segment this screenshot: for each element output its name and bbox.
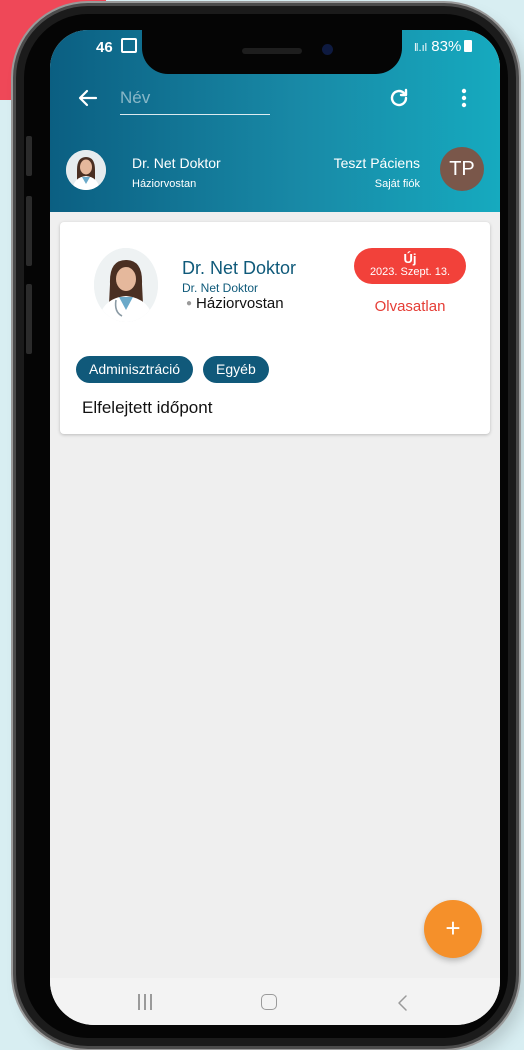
card-doctor-avatar <box>94 248 158 322</box>
status-time-text: 46 <box>96 39 113 56</box>
tag-chip[interactable]: Adminisztráció <box>76 356 194 383</box>
card-doctor-subname: Dr. Net Doktor <box>182 281 259 295</box>
status-right: ‖.ıl 83% <box>414 38 473 55</box>
system-nav-bar <box>50 978 500 1025</box>
header-patient-account: Saját fiók <box>374 178 420 190</box>
camera-notch <box>142 30 402 74</box>
doctor-avatar <box>66 150 106 190</box>
search-input[interactable] <box>120 82 270 115</box>
refresh-icon[interactable] <box>387 86 411 110</box>
tag-list: Adminisztráció Egyéb <box>76 356 269 383</box>
speaker-grille <box>242 48 302 54</box>
tag-chip[interactable]: Egyéb <box>203 356 269 383</box>
gallery-icon <box>120 38 137 53</box>
signal-icon: ‖.ıl <box>414 42 428 54</box>
status-time: 46 <box>96 38 137 56</box>
message-subject: Elfelejtett időpont <box>82 398 213 417</box>
new-status-badge: Új 2023. Szept. 13. <box>354 248 466 284</box>
badge-label: Új <box>403 251 417 266</box>
battery-percent: 83% <box>431 38 462 55</box>
front-camera <box>322 44 333 55</box>
bullet-dot-icon: ● <box>186 298 193 309</box>
read-status: Olvasatlan <box>374 298 446 315</box>
card-specialty: ● Háziorvostan <box>186 295 284 312</box>
phone-volume-down-button <box>26 284 32 354</box>
message-card[interactable]: Dr. Net Doktor Dr. Net Doktor ● Háziorvos… <box>60 222 490 434</box>
plus-icon: + <box>445 913 461 943</box>
nav-home-icon[interactable] <box>261 994 277 1010</box>
header-patient-name: Teszt Páciens <box>333 155 420 171</box>
nav-back-icon[interactable] <box>396 994 408 1012</box>
back-arrow-icon[interactable] <box>76 86 100 110</box>
card-doctor-name: Dr. Net Doktor <box>182 258 297 278</box>
new-message-button[interactable]: + <box>424 900 482 958</box>
nav-recent-icon[interactable] <box>138 994 152 1010</box>
more-vertical-icon[interactable] <box>458 86 470 110</box>
patient-avatar[interactable]: TP <box>440 147 484 191</box>
header-doctor-name: Dr. Net Doktor <box>132 155 221 171</box>
header-doctor-role: Háziorvostan <box>132 178 197 190</box>
phone-side-button <box>26 136 32 176</box>
card-specialty-text: Háziorvostan <box>196 295 284 312</box>
battery-icon <box>464 40 473 52</box>
badge-date: 2023. Szept. 13. <box>369 266 451 278</box>
phone-volume-up-button <box>26 196 32 266</box>
app-screen: 46 ‖.ıl 83% Dr. Net Doktor <box>50 30 500 1025</box>
